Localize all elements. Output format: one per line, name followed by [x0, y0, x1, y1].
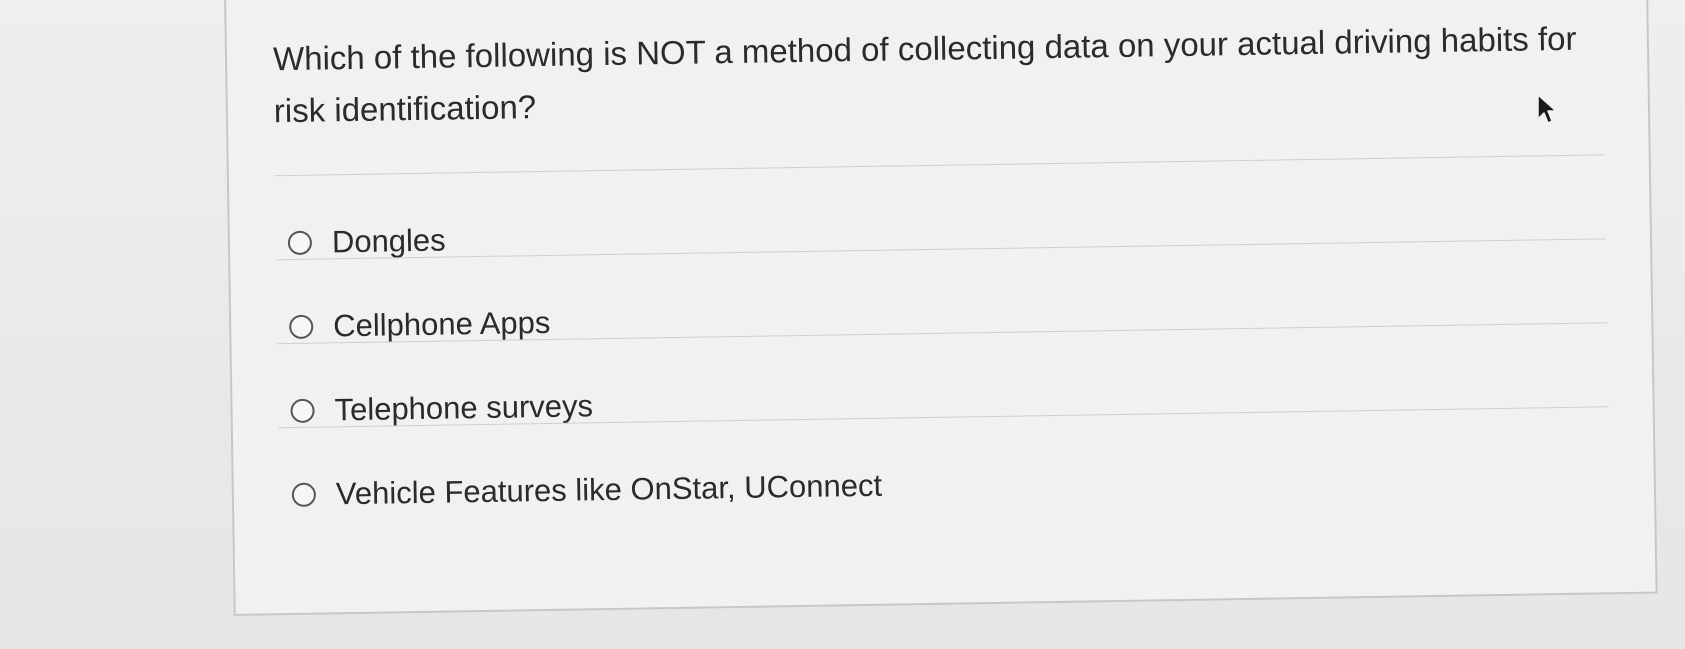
radio-button-icon[interactable] — [289, 314, 314, 340]
question-card: Which of the following is NOT a method o… — [224, 0, 1658, 616]
question-text: Which of the following is NOT a method o… — [272, 19, 1577, 130]
option-label: Vehicle Features like OnStar, UConnect — [335, 467, 883, 512]
option-divider — [276, 238, 1607, 261]
option-label: Dongles — [331, 222, 446, 260]
radio-button-icon[interactable] — [290, 398, 315, 424]
option-label: Cellphone Apps — [332, 304, 551, 344]
radio-button-icon[interactable] — [291, 482, 317, 507]
radio-button-icon[interactable] — [287, 230, 313, 256]
screen-background: Which of the following is NOT a method o… — [0, 0, 1685, 649]
arrow-pointer-icon — [1537, 94, 1557, 124]
question-divider — [274, 154, 1605, 177]
answer-option-vehicle-features[interactable]: Vehicle Features like OnStar, UConnect — [291, 462, 883, 519]
